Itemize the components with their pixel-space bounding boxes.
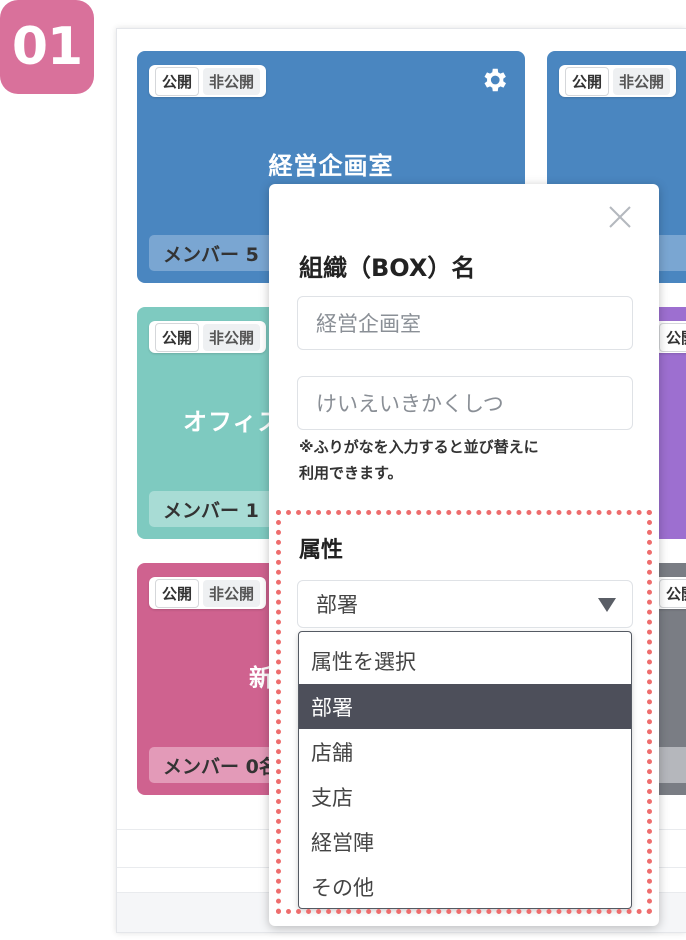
public-option[interactable]: 公開 (659, 578, 686, 608)
public-option[interactable]: 公開 (155, 322, 200, 352)
box-name-input[interactable]: 経営企画室 (297, 296, 633, 350)
private-option[interactable]: 非公開 (203, 67, 261, 95)
attribute-dropdown: 属性を選択 部署 店舗 支店 経営陣 その他 (298, 631, 632, 909)
visibility-toggle[interactable]: 公開 非公開 (149, 65, 267, 97)
option-tenpo[interactable]: 店舗 (299, 729, 631, 774)
private-option[interactable]: 非公開 (203, 323, 261, 351)
furigana-input[interactable]: けいえいきかくしつ (297, 376, 633, 430)
option-busho[interactable]: 部署 (299, 684, 631, 729)
chevron-down-icon (598, 598, 616, 612)
option-shiten[interactable]: 支店 (299, 774, 631, 819)
option-keieijin[interactable]: 経営陣 (299, 819, 631, 864)
public-option[interactable]: 公開 (155, 66, 200, 96)
attribute-select[interactable]: 部署 (297, 580, 633, 628)
visibility-toggle[interactable]: 公開 非公開 (149, 577, 267, 609)
visibility-toggle[interactable]: 公開 非公開 (149, 321, 267, 353)
attribute-selected-value: 部署 (316, 593, 358, 617)
visibility-toggle[interactable]: 公開 非公開 (559, 65, 677, 97)
public-option[interactable]: 公開 (659, 322, 686, 352)
close-icon[interactable] (607, 204, 633, 230)
gear-icon[interactable] (479, 65, 509, 95)
private-option[interactable]: 非公開 (613, 67, 671, 95)
dialog-title: 組織（BOX）名 (299, 254, 476, 282)
option-placeholder[interactable]: 属性を選択 (299, 632, 631, 684)
step-number-badge: 01 (0, 0, 94, 94)
option-sonota[interactable]: その他 (299, 864, 631, 908)
private-option[interactable]: 非公開 (203, 579, 261, 607)
furigana-hint: ※ふりがなを入力すると並び替えに 利用できます。 (299, 438, 539, 482)
public-option[interactable]: 公開 (565, 66, 610, 96)
box-name: 経営企画室 (268, 152, 394, 180)
public-option[interactable]: 公開 (155, 578, 200, 608)
attribute-label: 属性 (299, 538, 344, 563)
